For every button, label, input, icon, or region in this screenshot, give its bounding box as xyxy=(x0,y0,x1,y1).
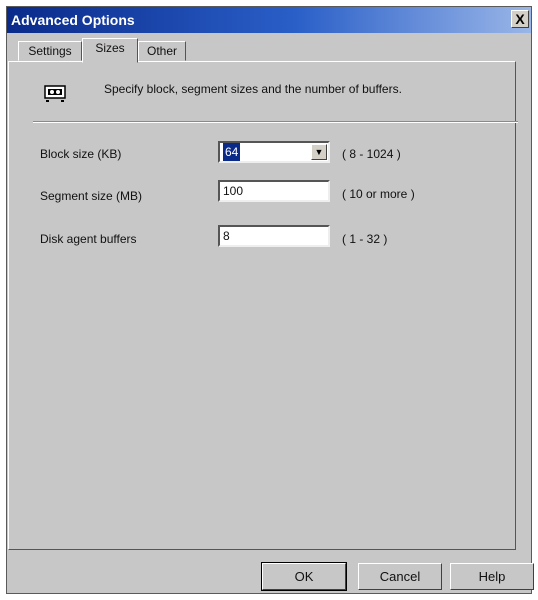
tape-drive-icon xyxy=(44,85,66,102)
segment-size-label: Segment size (MB) xyxy=(40,189,143,203)
block-size-range: ( 8 - 1024 ) xyxy=(342,147,401,161)
cancel-button[interactable]: Cancel xyxy=(358,563,442,590)
segment-size-input[interactable]: 100 xyxy=(218,180,330,202)
close-button[interactable]: X xyxy=(511,10,529,28)
tab-other[interactable]: Other xyxy=(138,41,186,61)
disk-agent-buffers-range: ( 1 - 32 ) xyxy=(342,232,388,246)
disk-agent-buffers-input[interactable]: 8 xyxy=(218,225,330,247)
description-text: Specify block, segment sizes and the num… xyxy=(104,82,402,96)
block-size-value: 64 xyxy=(223,143,241,161)
block-size-label: Block size (KB) xyxy=(40,147,122,161)
chevron-down-icon[interactable]: ▼ xyxy=(311,144,327,160)
separator xyxy=(33,121,518,123)
title-bar[interactable]: Advanced Options X xyxy=(7,7,531,33)
sizes-panel xyxy=(8,61,516,550)
tab-settings[interactable]: Settings xyxy=(18,41,82,61)
block-size-combobox[interactable]: 64 ▼ xyxy=(218,141,330,163)
help-button[interactable]: Help xyxy=(450,563,534,590)
dialog-title: Advanced Options xyxy=(11,12,135,28)
tab-sizes[interactable]: Sizes xyxy=(82,38,138,63)
disk-agent-buffers-label: Disk agent buffers xyxy=(40,232,137,246)
ok-button[interactable]: OK xyxy=(261,562,347,591)
segment-size-range: ( 10 or more ) xyxy=(342,187,415,201)
close-icon: X xyxy=(515,11,525,27)
